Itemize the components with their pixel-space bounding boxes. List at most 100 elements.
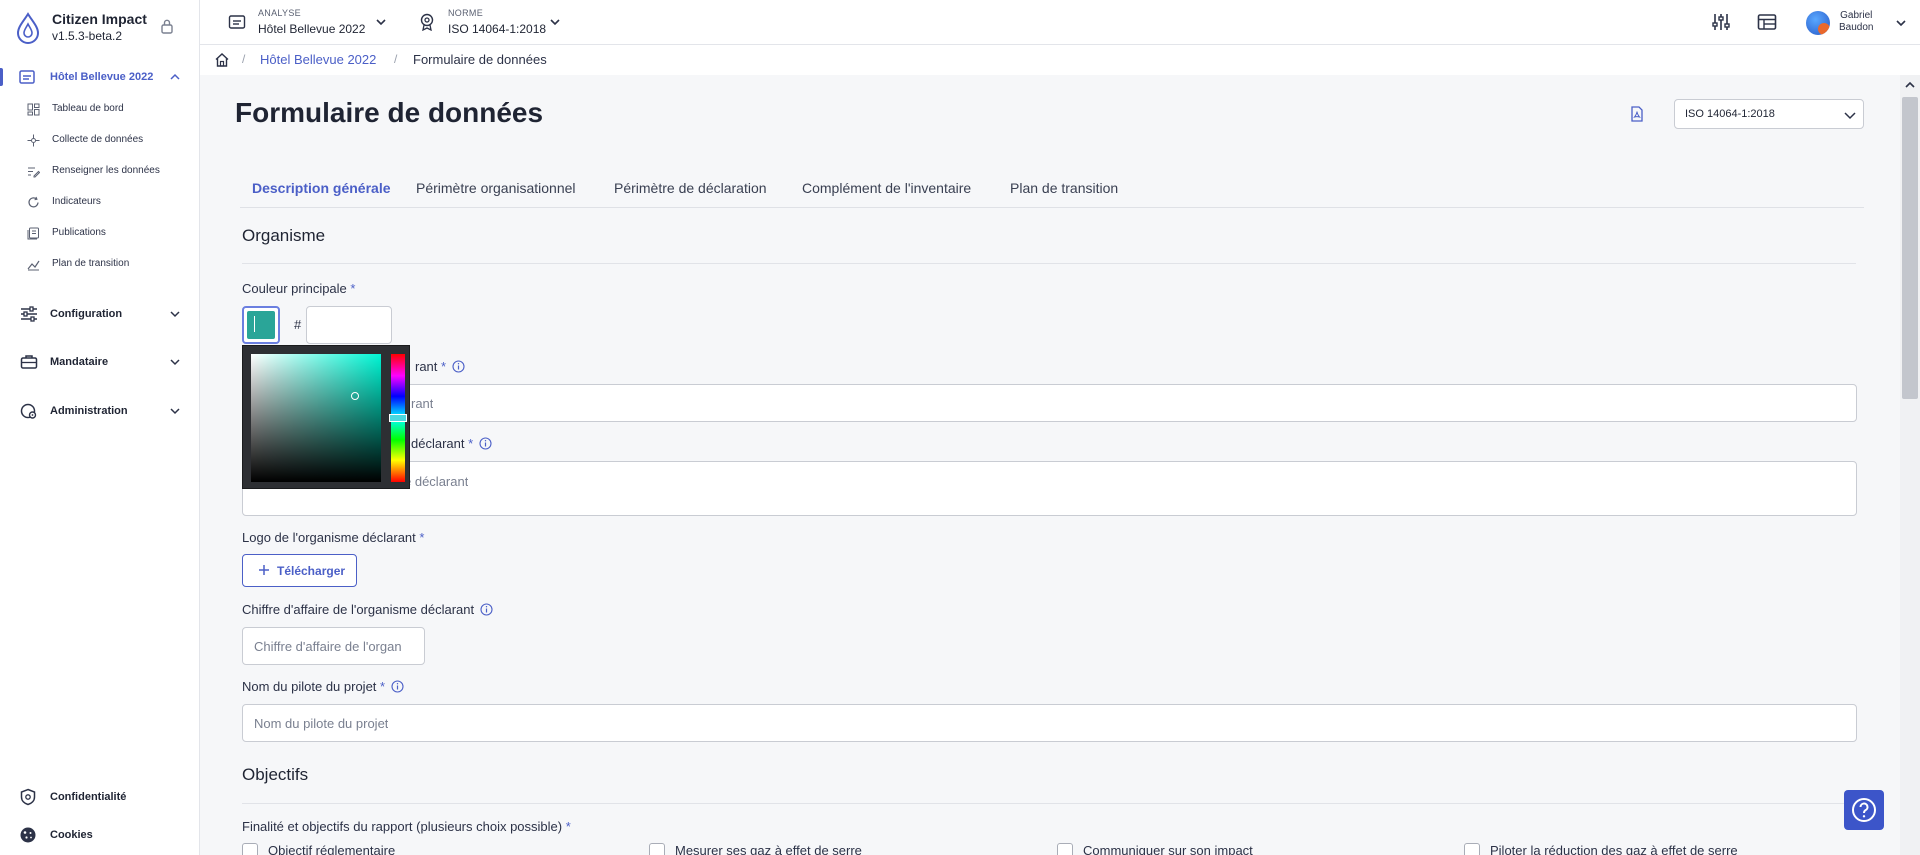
checkbox-box[interactable] — [1464, 843, 1480, 855]
page-title: Formulaire de données — [235, 97, 544, 128]
trend-icon — [27, 260, 40, 271]
scrollbar-thumb[interactable] — [1902, 97, 1918, 399]
page-scrollbar[interactable] — [1900, 75, 1920, 855]
hue-handle[interactable] — [389, 414, 407, 422]
breadcrumb: / Hôtel Bellevue 2022 / Formulaire de do… — [200, 45, 1920, 75]
tab-complement-inventaire[interactable]: Complément de l'inventaire — [802, 170, 971, 208]
text-caret — [254, 316, 255, 332]
refresh-icon — [28, 196, 39, 208]
upload-button[interactable]: Télécharger — [242, 554, 357, 587]
sidebar-item-renseigner[interactable]: Renseigner les données — [0, 161, 199, 183]
sidebar-item-indicateurs[interactable]: Indicateurs — [0, 192, 199, 214]
info-icon[interactable] — [479, 437, 492, 450]
sidebar-item-label: Publications — [52, 227, 106, 238]
active-indicator — [0, 68, 3, 86]
sidebar-item-label: Plan de transition — [52, 258, 130, 269]
folder-icon — [19, 70, 35, 84]
chevron-down-icon — [170, 408, 180, 415]
dashboard-icon — [27, 103, 40, 116]
sidebar-bottom-label: Confidentialité — [50, 791, 127, 803]
topbar: ANALYSE Hôtel Bellevue 2022 NORME ISO 14… — [200, 0, 1920, 45]
checkbox-label: Communiquer sur son impact — [1083, 843, 1253, 855]
saturation-value-area[interactable] — [251, 354, 381, 482]
sidebar-item-collecte[interactable]: Collecte de données — [0, 130, 199, 152]
required-mark: * — [441, 359, 447, 374]
breadcrumb-item-project[interactable]: Hôtel Bellevue 2022 — [260, 52, 376, 67]
name-input-placeholder: rant — [411, 396, 434, 411]
color-label-text: Couleur principale — [242, 281, 347, 296]
sidebar-group-administration[interactable]: Administration — [0, 396, 199, 426]
sidebar-group-label: Mandataire — [50, 356, 109, 368]
required-mark: * — [350, 281, 356, 296]
user-name: Gabriel Baudon — [1839, 10, 1873, 34]
lock-icon[interactable] — [160, 18, 174, 34]
home-icon[interactable] — [214, 52, 230, 68]
goals-label-text: Finalité et objectifs du rapport (plusie… — [242, 819, 563, 834]
tab-perimetre-declaration[interactable]: Périmètre de déclaration — [614, 170, 767, 208]
required-mark: * — [565, 819, 571, 834]
color-swatch[interactable] — [242, 306, 280, 344]
plus-icon — [259, 565, 269, 575]
revenue-input-placeholder: Chiffre d'affaire de l'organ — [254, 639, 402, 654]
info-icon[interactable] — [480, 603, 493, 616]
pilot-label: Nom du pilote du projet * — [242, 679, 404, 694]
layout-table-icon[interactable] — [1757, 12, 1777, 32]
address-input-placeholder: e déclarant — [404, 474, 469, 489]
pilot-input[interactable]: Nom du pilote du projet — [242, 704, 1857, 742]
brand[interactable]: Citizen Impact v1.5.3-beta.2 — [15, 10, 185, 46]
address-input[interactable]: e déclarant — [242, 461, 1857, 516]
pdf-export-icon[interactable] — [1630, 106, 1644, 122]
section-divider — [242, 803, 1856, 804]
address-label-text: déclarant — [411, 436, 465, 451]
sidebar-item-tableau-de-bord[interactable]: Tableau de bord — [0, 99, 199, 121]
tab-perimetre-organisationnel[interactable]: Périmètre organisationnel — [416, 170, 576, 208]
analysis-selector[interactable]: ANALYSE Hôtel Bellevue 2022 — [228, 0, 398, 45]
tab-plan-de-transition[interactable]: Plan de transition — [1010, 170, 1118, 208]
help-button[interactable] — [1844, 790, 1884, 830]
sidebar-group-mandataire[interactable]: Mandataire — [0, 347, 199, 377]
chevron-down-icon — [170, 311, 180, 318]
user-menu[interactable]: Gabriel Baudon — [1806, 8, 1911, 38]
citizen-impact-logo-icon — [16, 12, 40, 44]
norm-select[interactable]: ISO 14064-1:2018 — [1674, 99, 1864, 129]
checkbox-label: Piloter la réduction des gaz à effet de … — [1490, 843, 1738, 855]
settings-sliders-icon[interactable] — [1711, 12, 1731, 32]
pilot-label-text: Nom du pilote du projet — [242, 679, 377, 694]
tab-description-generale[interactable]: Description générale — [252, 170, 391, 208]
address-label: déclarant * — [411, 436, 492, 451]
sidebar-project-hotel-bellevue[interactable]: Hôtel Bellevue 2022 — [0, 62, 199, 92]
required-mark: * — [468, 436, 474, 451]
info-icon[interactable] — [452, 360, 465, 373]
section-title-objectifs: Objectifs — [242, 765, 309, 784]
checkbox-box[interactable] — [242, 843, 258, 855]
sidebar-project-label: Hôtel Bellevue 2022 — [50, 71, 154, 83]
sidebar-item-cookies[interactable]: Cookies — [0, 823, 199, 847]
form-tabs: Description générale Périmètre organisat… — [240, 170, 1864, 208]
checkbox-box[interactable] — [649, 843, 665, 855]
hex-color-input[interactable] — [306, 306, 392, 344]
info-icon[interactable] — [391, 680, 404, 693]
revenue-input[interactable]: Chiffre d'affaire de l'organ — [242, 627, 425, 665]
color-picker-popup — [242, 345, 410, 489]
color-label: Couleur principale * — [242, 281, 355, 296]
chevron-down-icon — [550, 19, 560, 26]
pilot-input-placeholder: Nom du pilote du projet — [254, 716, 389, 731]
norm-selector[interactable]: NORME ISO 14064-1:2018 — [418, 0, 578, 45]
sidebar-group-configuration[interactable]: Configuration — [0, 299, 199, 329]
edit-list-icon — [28, 167, 40, 178]
name-input[interactable]: rant — [242, 384, 1857, 422]
chevron-down-icon — [376, 19, 386, 26]
sliders-icon — [21, 306, 37, 322]
goals-label: Finalité et objectifs du rapport (plusie… — [242, 819, 571, 834]
sidebar-item-plan-de-transition[interactable]: Plan de transition — [0, 254, 199, 276]
section-title-organisme: Organisme — [242, 226, 326, 245]
checkbox-box[interactable] — [1057, 843, 1073, 855]
saturation-handle[interactable] — [351, 392, 359, 400]
sidebar-item-publications[interactable]: Publications — [0, 223, 199, 245]
section-divider — [242, 263, 1856, 264]
sidebar-item-confidentialite[interactable]: Confidentialité — [0, 785, 199, 809]
chevron-up-icon[interactable] — [1904, 79, 1916, 91]
revenue-label: Chiffre d'affaire de l'organisme déclara… — [242, 602, 493, 617]
breadcrumb-separator: / — [242, 52, 246, 66]
logo-label-text: Logo de l'organisme déclarant — [242, 530, 416, 545]
